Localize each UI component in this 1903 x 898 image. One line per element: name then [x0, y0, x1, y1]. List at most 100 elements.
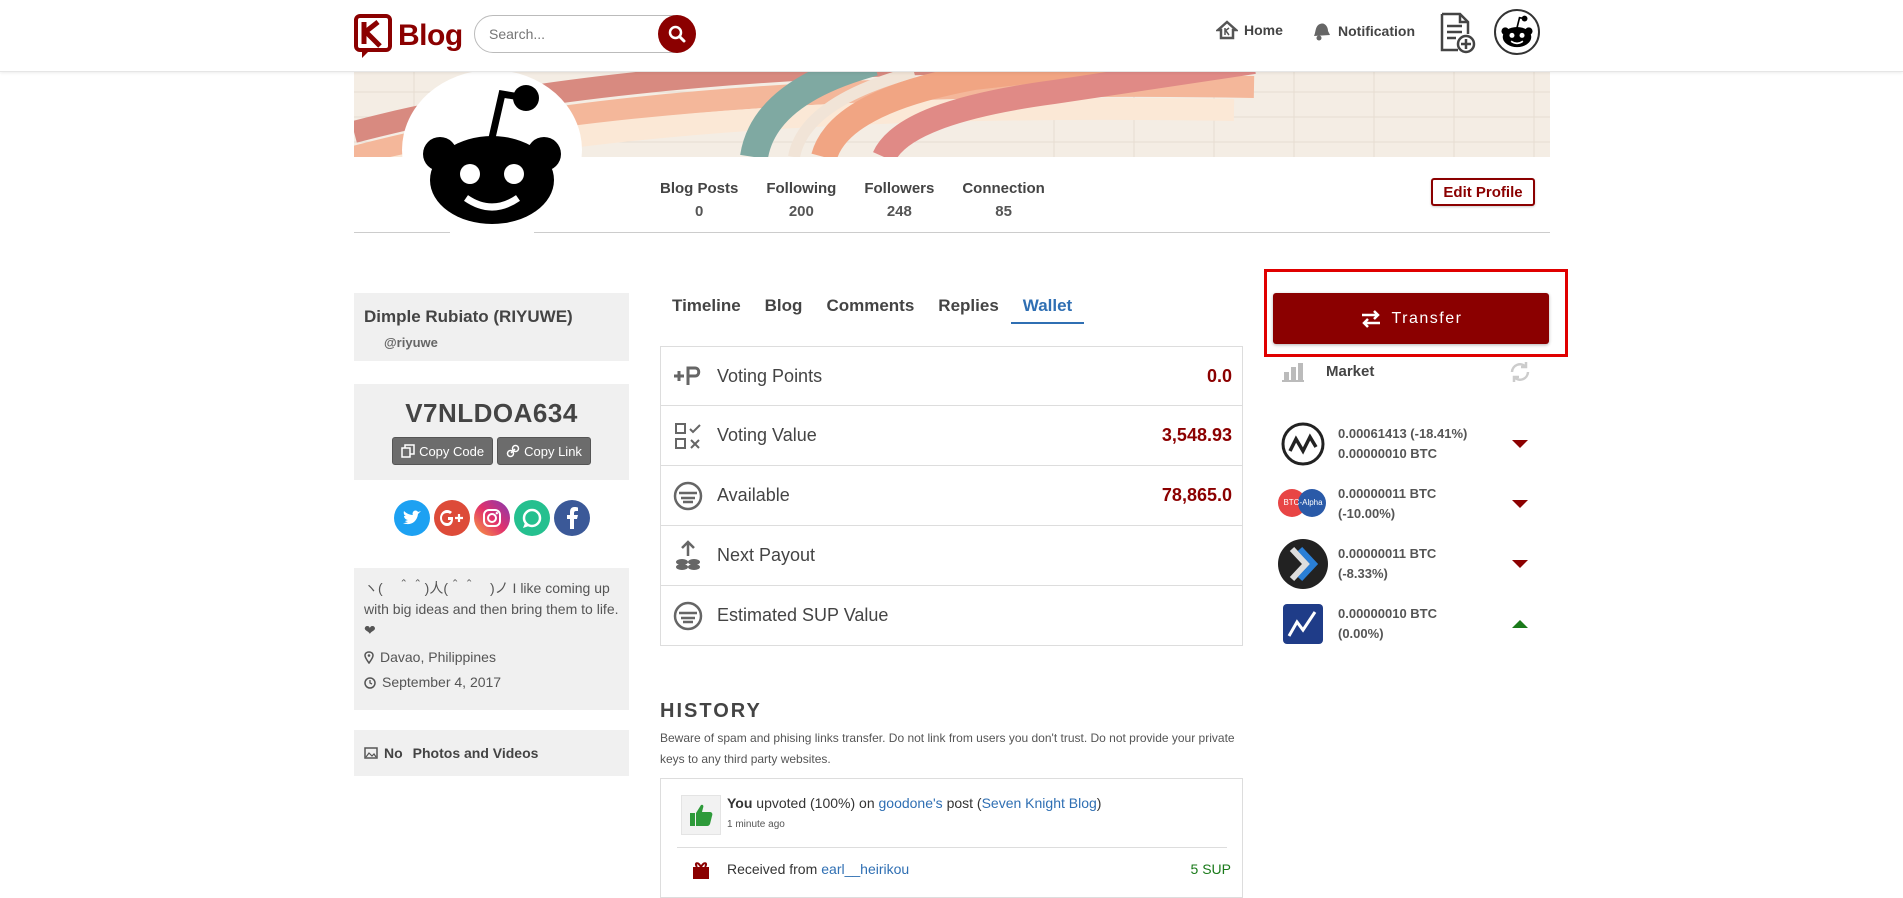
- history-end: ): [1096, 795, 1102, 811]
- tab-blog[interactable]: Blog: [753, 296, 815, 324]
- clock-icon: [364, 676, 376, 689]
- tab-timeline[interactable]: Timeline: [660, 296, 753, 324]
- edit-profile-button[interactable]: Edit Profile: [1431, 178, 1535, 206]
- btc-alpha-icon: BTC-Alpha: [1278, 479, 1328, 529]
- gift-icon: [681, 861, 721, 879]
- history-time: 1 minute ago: [727, 819, 785, 830]
- history-item: Received from earl__heirikou 5 SUP: [681, 861, 1231, 879]
- stat-value: 248: [886, 203, 912, 220]
- search-input[interactable]: [487, 25, 647, 43]
- instagram-icon[interactable]: [474, 500, 510, 536]
- refresh-icon[interactable]: [1508, 360, 1532, 389]
- history-received-prefix: Received from: [727, 861, 818, 877]
- site-logo[interactable]: Blog: [354, 12, 463, 60]
- google-plus-icon[interactable]: [434, 500, 470, 536]
- wallet-row-next-payout: Next Payout: [660, 526, 1243, 586]
- tab-wallet[interactable]: Wallet: [1010, 296, 1085, 324]
- create-post-icon[interactable]: [1438, 12, 1476, 59]
- trend-chart-icon: [1283, 604, 1323, 644]
- logo-k-icon: [354, 14, 396, 58]
- nav-home[interactable]: Home: [1216, 20, 1283, 40]
- transfer-label: Transfer: [1391, 309, 1463, 327]
- history-actor: You: [727, 795, 753, 811]
- social-links: [394, 500, 590, 536]
- stat-label: Following: [766, 180, 837, 197]
- image-icon: [364, 747, 378, 759]
- photos-count: No: [384, 745, 403, 761]
- history-title: HISTORY: [660, 700, 762, 722]
- market-row[interactable]: 0.00000010 BTC (0.00%): [1278, 598, 1538, 650]
- divider-gap: [450, 230, 534, 234]
- twitter-icon[interactable]: [394, 500, 430, 536]
- profile-avatar[interactable]: [402, 70, 582, 230]
- search-icon: [668, 25, 686, 43]
- market-change: (-10.00%): [1338, 506, 1396, 521]
- history-post-link[interactable]: Seven Knight Blog: [982, 795, 1097, 811]
- market-row[interactable]: 0.00061413 (-18.41%) 0.00000010 BTC: [1278, 418, 1538, 470]
- facebook-icon[interactable]: [554, 500, 590, 536]
- nav-notification[interactable]: Notification: [1310, 20, 1415, 42]
- tab-comments[interactable]: Comments: [814, 296, 926, 324]
- reddit-alien-icon: [423, 85, 561, 224]
- photos-videos-card[interactable]: No Photos and Videos: [354, 730, 629, 776]
- trend-down-icon: [1512, 440, 1528, 448]
- stat-followers[interactable]: Followers 248: [864, 180, 934, 220]
- history-warning: Beware of spam and phising links transfe…: [660, 731, 1235, 766]
- copy-link-button[interactable]: Copy Link: [497, 437, 591, 465]
- payout-coins-icon: [671, 539, 705, 573]
- joined-date: September 4, 2017: [382, 674, 502, 690]
- bar-chart-icon: [1282, 363, 1304, 382]
- history-mid: post (: [942, 795, 982, 811]
- stat-connection[interactable]: Connection 85: [962, 180, 1045, 220]
- profile-stats: Blog Posts 0 Following 200 Followers 248…: [660, 180, 1045, 220]
- copy-code-label: Copy Code: [419, 443, 485, 459]
- joined-row: September 4, 2017: [364, 672, 619, 693]
- history-user-link[interactable]: earl__heirikou: [821, 861, 909, 877]
- market-change: (0.00%): [1338, 626, 1384, 641]
- stat-label: Followers: [864, 180, 935, 197]
- market-row[interactable]: 0.00000011 BTC (-8.33%): [1278, 538, 1538, 590]
- chat-bubble-icon[interactable]: [514, 500, 550, 536]
- market-price: 0.00061413 (-18.41%): [1338, 426, 1468, 441]
- market-header: Market: [1282, 360, 1532, 382]
- swap-arrows-icon: [1361, 309, 1380, 328]
- stat-blog-posts[interactable]: Blog Posts 0: [660, 180, 738, 220]
- wallet-row-available: Available 78,865.0: [660, 466, 1243, 526]
- wallet-label: Estimated SUP Value: [717, 605, 889, 625]
- history-user-link[interactable]: goodone's: [879, 795, 943, 811]
- market-price: 0.00000011 BTC: [1338, 486, 1437, 501]
- wallet-summary: Voting Points 0.0 Voting Value 3,548.93 …: [660, 346, 1243, 646]
- checkbox-grid-icon: [671, 419, 705, 453]
- map-pin-icon: [364, 651, 374, 664]
- voting-points-icon: [671, 359, 705, 393]
- trend-up-icon: [1512, 620, 1528, 628]
- stat-value: 85: [995, 203, 1012, 220]
- user-avatar-menu[interactable]: [1494, 9, 1540, 55]
- search-button[interactable]: [658, 15, 696, 53]
- tab-replies[interactable]: Replies: [926, 296, 1010, 324]
- wallet-label: Voting Value: [717, 425, 817, 445]
- history-list: You upvoted (100%) on goodone's post (Se…: [660, 778, 1243, 898]
- wallet-label: Available: [717, 485, 790, 505]
- sup-coin-icon: [671, 479, 705, 513]
- exchange-x-icon: [1278, 539, 1328, 589]
- home-icon: [1216, 20, 1238, 40]
- location-text: Davao, Philippines: [380, 649, 496, 665]
- nav-notification-label: Notification: [1338, 23, 1415, 39]
- copy-code-button[interactable]: Copy Code: [392, 437, 494, 465]
- bio-card: ヽ( ＾＾)人(＾＾ )ノ I like coming up with big …: [354, 568, 629, 710]
- referral-code: V7NLDOA634: [405, 398, 578, 428]
- wallet-label: Voting Points: [717, 365, 823, 386]
- wallet-row-estimated-sup: Estimated SUP Value: [660, 586, 1243, 646]
- link-icon: [506, 444, 520, 458]
- copy-icon: [401, 444, 415, 458]
- stat-label: Blog Posts: [660, 180, 739, 197]
- market-row[interactable]: BTC-Alpha 0.00000011 BTC (-10.00%): [1278, 478, 1538, 530]
- transfer-button[interactable]: Transfer: [1273, 293, 1549, 344]
- history-amount: 5 SUP: [1190, 861, 1231, 877]
- logo-text: Blog: [398, 19, 463, 52]
- coinmarketcap-icon: [1278, 419, 1328, 469]
- bell-icon: [1314, 23, 1330, 41]
- stat-following[interactable]: Following 200: [766, 180, 836, 220]
- market-price: 0.00000010 BTC: [1338, 606, 1438, 621]
